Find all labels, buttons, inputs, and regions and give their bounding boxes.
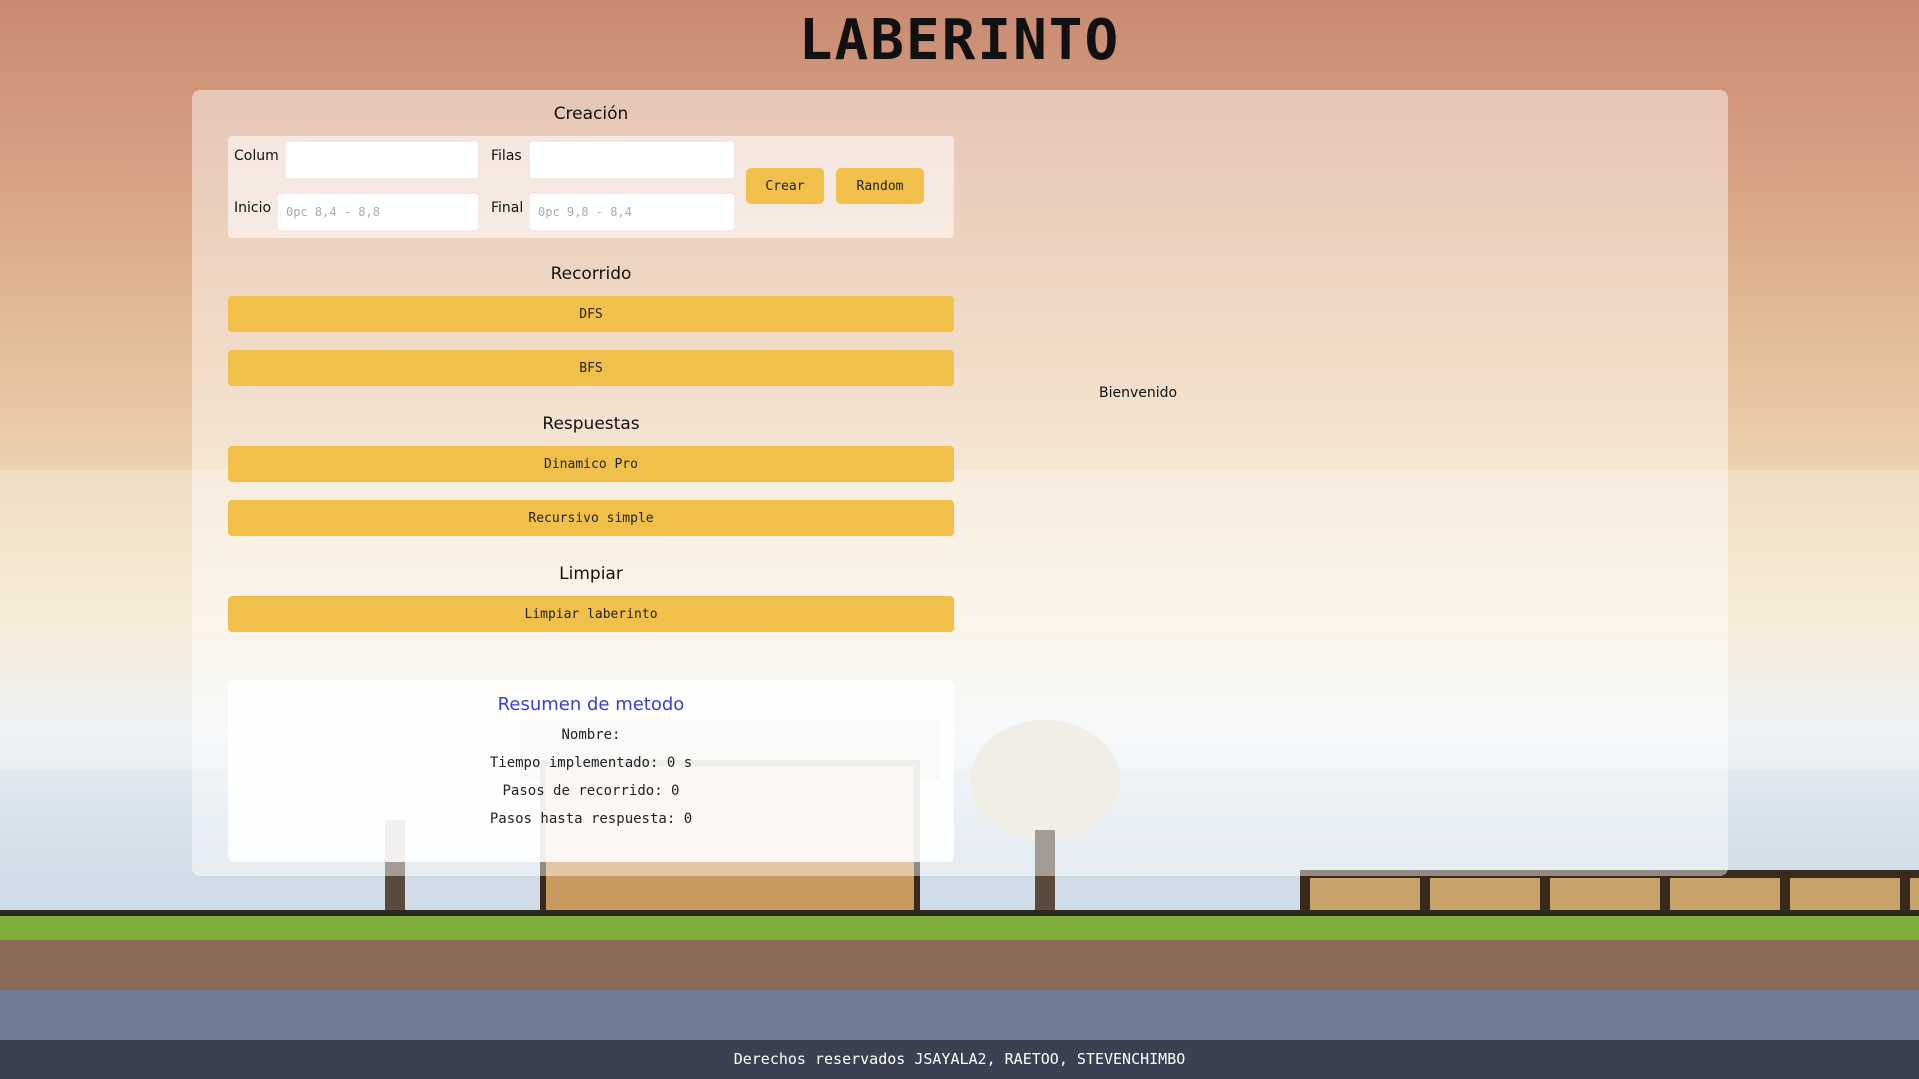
main-panel: Creación Colum Filas Inicio Final Crear …	[192, 90, 1728, 876]
footer: Derechos reservados JSAYALA2, RAETOO, ST…	[0, 1040, 1919, 1079]
filas-input[interactable]	[530, 142, 734, 178]
inicio-label: Inicio	[234, 200, 272, 216]
recursivo-simple-button[interactable]: Recursivo simple	[228, 500, 954, 536]
creacion-form: Colum Filas Inicio Final Crear Random	[228, 136, 954, 238]
filas-label: Filas	[491, 148, 522, 164]
limpiar-laberinto-button[interactable]: Limpiar laberinto	[228, 596, 954, 632]
summary-pasos-recorrido: Pasos de recorrido: 0	[502, 783, 680, 799]
colum-label: Colum	[234, 148, 279, 164]
recorrido-title: Recorrido	[550, 264, 632, 284]
summary-nombre: Nombre:	[561, 727, 621, 743]
bfs-button[interactable]: BFS	[228, 350, 954, 386]
controls-column: Creación Colum Filas Inicio Final Crear …	[228, 90, 954, 632]
creacion-title: Creación	[553, 104, 629, 124]
inicio-input[interactable]	[278, 194, 478, 230]
random-button[interactable]: Random	[836, 168, 924, 204]
dinamico-pro-button[interactable]: Dinamico Pro	[228, 446, 954, 482]
method-summary-card: Resumen de metodo Nombre: Tiempo impleme…	[228, 680, 954, 862]
final-label: Final	[491, 200, 524, 216]
crear-button[interactable]: Crear	[746, 168, 824, 204]
colum-input[interactable]	[286, 142, 478, 178]
grass-decoration	[0, 910, 1919, 940]
rock-decoration	[0, 990, 1919, 1040]
welcome-text: Bienvenido	[1099, 385, 1178, 401]
summary-pasos-respuesta: Pasos hasta respuesta: 0	[489, 811, 693, 827]
dfs-button[interactable]: DFS	[228, 296, 954, 332]
final-input[interactable]	[530, 194, 734, 230]
limpiar-title: Limpiar	[559, 564, 623, 584]
summary-title: Resumen de metodo	[497, 694, 685, 715]
page-title: LABERINTO	[798, 8, 1121, 73]
summary-tiempo: Tiempo implementado: 0 s	[489, 755, 693, 771]
respuestas-title: Respuestas	[542, 414, 640, 434]
